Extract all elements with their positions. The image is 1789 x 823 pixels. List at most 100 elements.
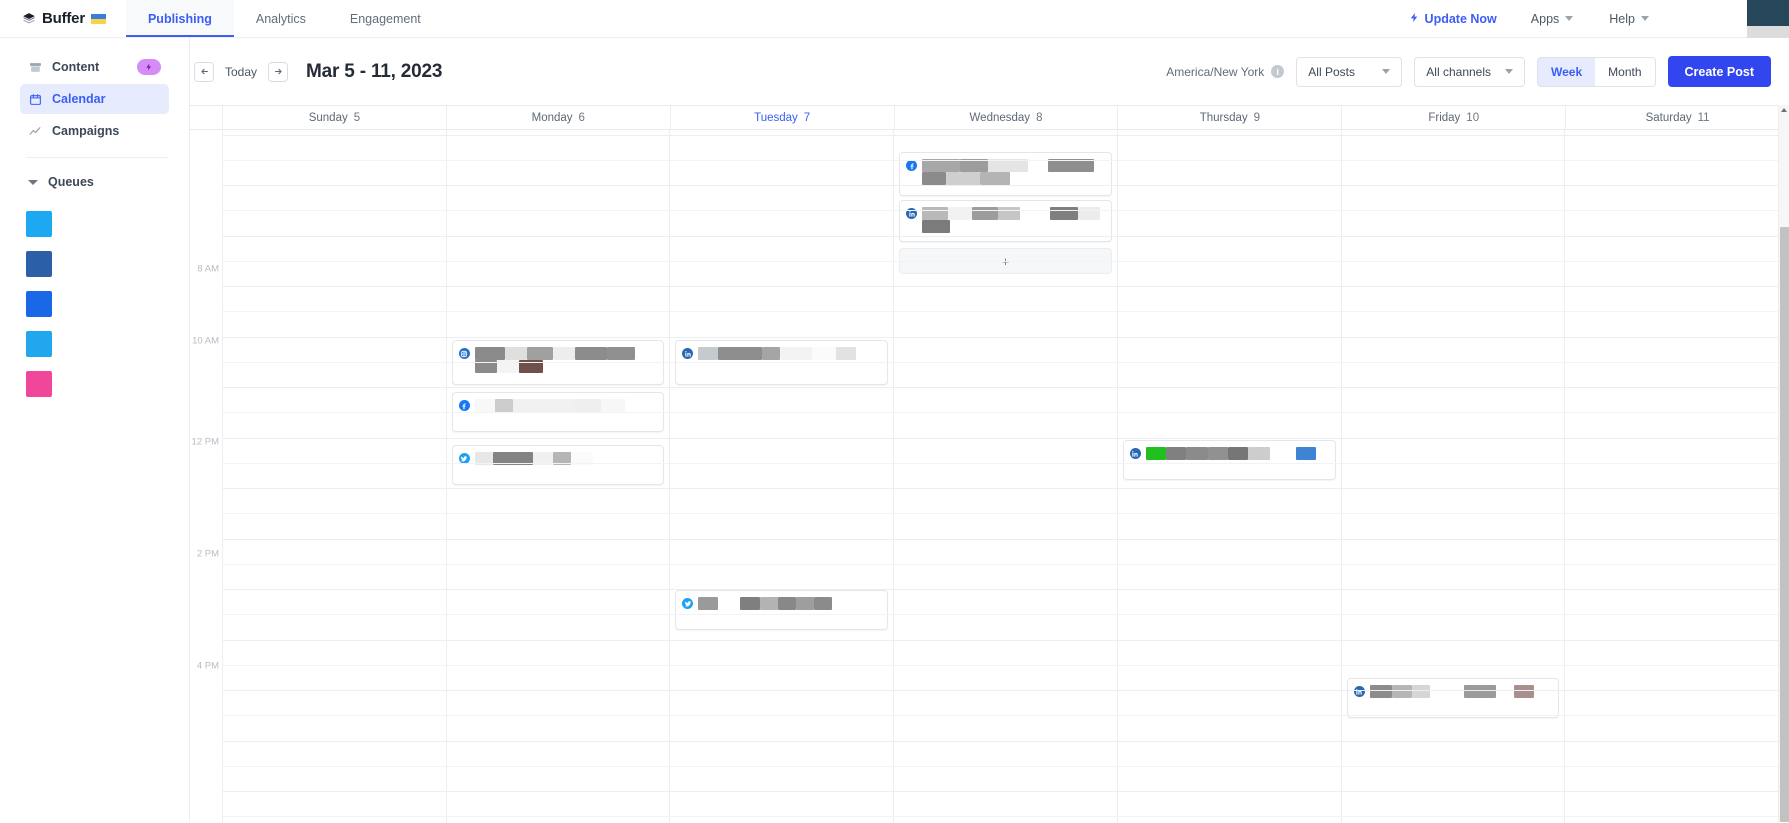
sidebar-item-content[interactable]: Content	[20, 52, 169, 82]
half-hour-line	[223, 311, 1789, 313]
previous-week-button[interactable]	[194, 61, 214, 82]
upgrade-badge[interactable]	[137, 59, 161, 75]
day-column-sunday[interactable]	[223, 130, 447, 823]
queue-avatar-3[interactable]	[26, 291, 52, 317]
channels-filter-select[interactable]: All channels	[1414, 56, 1526, 87]
trend-icon	[28, 124, 42, 138]
scroll-up-arrow-icon[interactable]	[1781, 108, 1787, 112]
sidebar-queues-header[interactable]: Queues	[20, 169, 169, 195]
day-number: 6	[578, 111, 585, 124]
apps-menu[interactable]: Apps	[1513, 12, 1592, 26]
redacted-block	[948, 207, 973, 220]
view-toggle-month[interactable]: Month	[1595, 58, 1654, 86]
day-column-thursday[interactable]	[1118, 130, 1342, 823]
day-name: Wednesday	[969, 111, 1031, 124]
redacted-block	[494, 399, 513, 412]
redacted-block	[1495, 685, 1514, 698]
half-hour-line	[223, 715, 1789, 717]
event-card-row	[682, 597, 880, 610]
create-post-button[interactable]: Create Post	[1667, 56, 1771, 87]
vertical-scrollbar[interactable]	[1778, 105, 1789, 822]
queue-avatar-5[interactable]	[26, 371, 52, 397]
day-number: 11	[1697, 111, 1710, 124]
day-column-friday[interactable]	[1342, 130, 1566, 823]
redacted-block	[1227, 447, 1248, 460]
day-column-wednesday[interactable]: +	[894, 130, 1118, 823]
time-label: 8 AM	[197, 263, 219, 275]
hour-line	[223, 639, 1789, 641]
update-now-button[interactable]: Update Now	[1393, 11, 1513, 27]
ukraine-flag-icon	[90, 13, 106, 24]
day-header-monday[interactable]: Monday 6	[447, 106, 671, 129]
redacted-block	[504, 347, 527, 360]
brand-logo[interactable]: Buffer	[0, 0, 126, 37]
day-header-wednesday[interactable]: Wednesday 8	[895, 106, 1119, 129]
channels-filter-value: All channels	[1426, 64, 1492, 79]
redacted-block	[512, 399, 573, 412]
main-nav-tabs: Publishing Analytics Engagement	[125, 0, 443, 37]
day-column-monday[interactable]	[447, 130, 671, 823]
hour-line	[223, 589, 1789, 590]
redacted-block	[1269, 447, 1296, 460]
event-content-redacted	[1145, 447, 1328, 460]
redacted-block	[1429, 685, 1464, 698]
hour-line	[223, 235, 1789, 237]
today-button[interactable]: Today	[214, 65, 268, 79]
sidebar-item-label: Campaigns	[52, 124, 120, 138]
calendar-event-card[interactable]	[899, 152, 1112, 196]
sidebar-item-calendar[interactable]: Calendar	[20, 84, 169, 114]
day-number: 7	[803, 111, 811, 124]
sidebar-item-campaigns[interactable]: Campaigns	[20, 116, 169, 146]
redacted-block	[474, 347, 505, 360]
view-toggle-week[interactable]: Week	[1538, 57, 1596, 86]
time-label: 2 PM	[196, 548, 219, 560]
calendar-event-card[interactable]	[1122, 440, 1336, 480]
time-label: 10 AM	[192, 335, 219, 347]
queue-avatar-2[interactable]	[26, 251, 52, 277]
redacted-block	[780, 347, 813, 360]
day-header-thursday[interactable]: Thursday 9	[1118, 106, 1343, 129]
queue-avatar-1[interactable]	[26, 211, 52, 237]
day-number: 8	[1036, 111, 1043, 124]
nav-tab-engagement[interactable]: Engagement	[328, 0, 443, 37]
scrollbar-thumb[interactable]	[1780, 227, 1789, 822]
redacted-block	[1185, 447, 1208, 460]
redacted-block	[1078, 207, 1101, 220]
info-icon[interactable]: i	[1271, 65, 1285, 78]
redacted-block	[972, 207, 999, 220]
half-hour-line	[223, 361, 1789, 363]
calendar-event-card[interactable]	[1346, 678, 1560, 718]
half-hour-line	[223, 210, 1789, 212]
day-header-saturday[interactable]: Saturday 11	[1566, 106, 1789, 129]
redacted-block	[760, 597, 779, 610]
event-card-row	[1353, 685, 1552, 698]
calendar-event-card[interactable]	[675, 590, 889, 630]
event-content-redacted	[698, 347, 880, 360]
queues-label: Queues	[48, 175, 94, 189]
nav-tab-analytics[interactable]: Analytics	[234, 0, 328, 37]
redacted-block	[552, 347, 575, 360]
nav-right-group: Update Now Apps Help	[1393, 0, 1789, 52]
nav-tab-publishing[interactable]: Publishing	[125, 0, 234, 37]
posts-filter-select[interactable]: All Posts	[1296, 56, 1403, 87]
buffer-logo-icon	[22, 12, 36, 26]
event-content-redacted	[698, 597, 880, 610]
day-header-sunday[interactable]: Sunday 5	[223, 106, 447, 129]
bolt-icon	[1409, 11, 1420, 27]
day-header-tuesday[interactable]: Tuesday 7	[671, 106, 895, 129]
time-gutter: 8 AM 10 AM 12 PM 2 PM 4 PM	[190, 130, 223, 823]
calendar-event-card[interactable]	[451, 445, 665, 485]
redacted-block	[698, 597, 719, 610]
calendar-body: 8 AM 10 AM 12 PM 2 PM 4 PM +	[190, 130, 1789, 823]
day-name: Sunday	[308, 111, 348, 124]
redacted-block	[1369, 685, 1392, 698]
queue-avatar-4[interactable]	[26, 331, 52, 357]
day-column-tuesday[interactable]	[670, 130, 895, 823]
day-column-saturday[interactable]	[1565, 130, 1789, 823]
redacted-block	[1145, 447, 1166, 460]
next-week-button[interactable]	[268, 61, 289, 82]
help-menu[interactable]: Help	[1591, 12, 1667, 26]
day-header-friday[interactable]: Friday 10	[1342, 106, 1567, 129]
redacted-block	[1411, 685, 1430, 698]
redacted-block	[526, 347, 553, 360]
